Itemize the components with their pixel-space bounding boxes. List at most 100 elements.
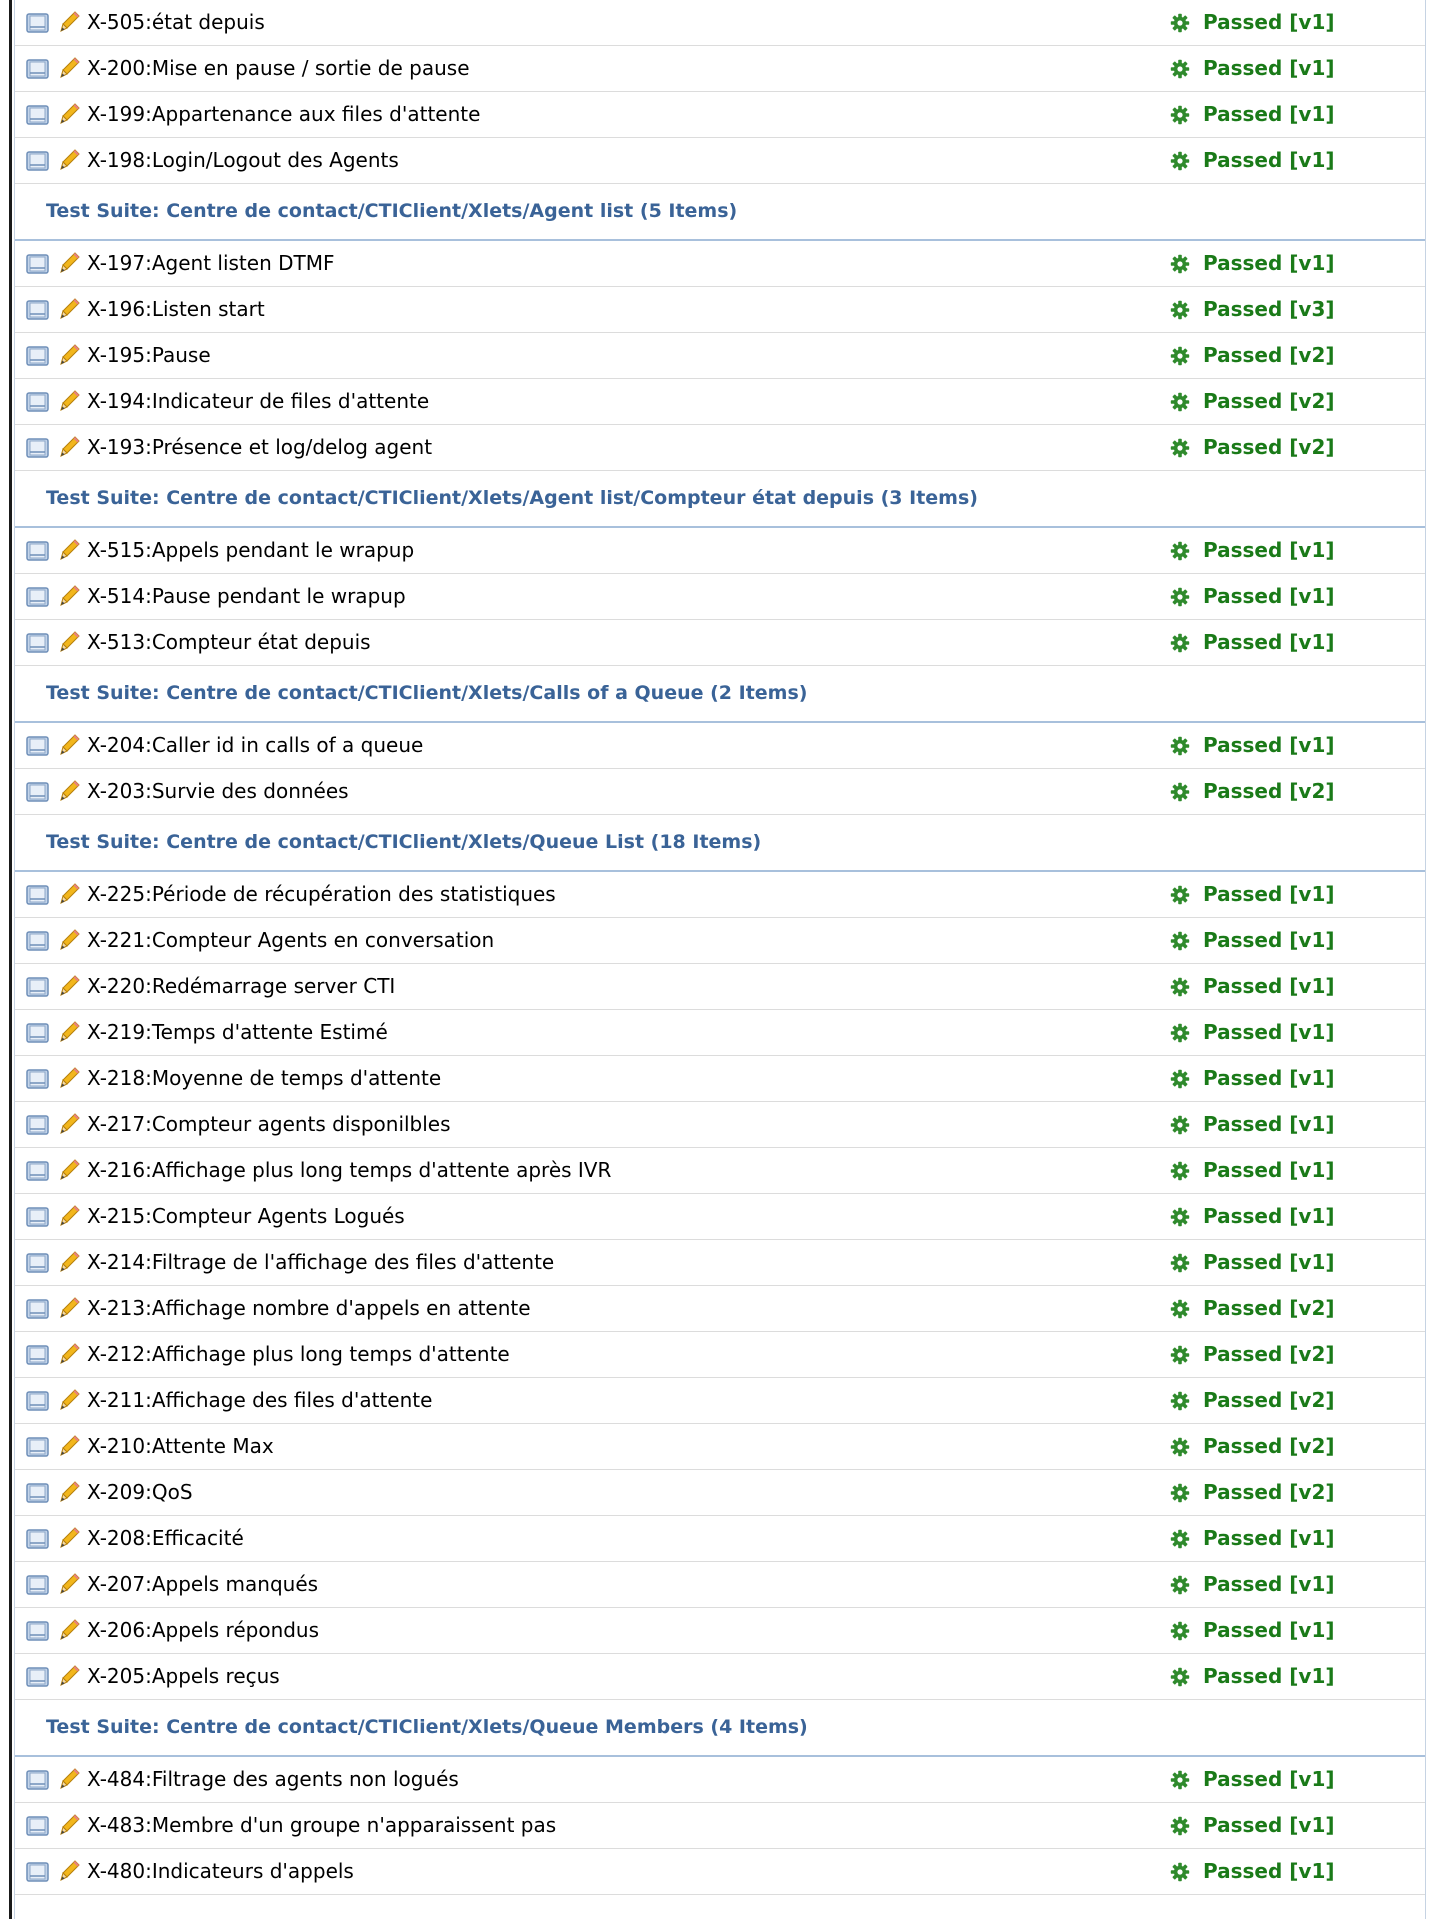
pencil-icon[interactable] (59, 882, 81, 910)
pencil-icon[interactable] (59, 343, 81, 371)
notebook-icon[interactable] (26, 884, 50, 910)
test-case-name[interactable]: X-208:Efficacité (87, 1516, 244, 1561)
test-case-name[interactable]: X-207:Appels manqués (87, 1562, 318, 1607)
test-case-name[interactable]: X-197:Agent listen DTMF (87, 241, 334, 286)
notebook-icon[interactable] (26, 976, 50, 1002)
pencil-icon[interactable] (59, 435, 81, 463)
test-suite-title[interactable]: Test Suite: Centre de contact/CTIClient/… (46, 1700, 808, 1755)
test-suite-title[interactable]: Test Suite: Centre de contact/CTIClient/… (46, 184, 737, 239)
notebook-icon[interactable] (26, 1390, 50, 1416)
test-case-name[interactable]: X-196:Listen start (87, 287, 265, 332)
test-case-name[interactable]: X-515:Appels pendant le wrapup (87, 528, 414, 573)
notebook-icon[interactable] (26, 1252, 50, 1278)
pencil-icon[interactable] (59, 1434, 81, 1462)
notebook-icon[interactable] (26, 391, 50, 417)
test-case-name[interactable]: X-193:Présence et log/delog agent (87, 425, 432, 470)
notebook-icon[interactable] (26, 1160, 50, 1186)
pencil-icon[interactable] (59, 1204, 81, 1232)
test-case-name[interactable]: X-212:Affichage plus long temps d'attent… (87, 1332, 510, 1377)
test-case-name[interactable]: X-216:Affichage plus long temps d'attent… (87, 1148, 611, 1193)
pencil-icon[interactable] (59, 148, 81, 176)
pencil-icon[interactable] (59, 1480, 81, 1508)
test-suite-title[interactable]: Test Suite: Centre de contact/CTIClient/… (46, 666, 807, 721)
pencil-icon[interactable] (59, 1572, 81, 1600)
notebook-icon[interactable] (26, 1436, 50, 1462)
notebook-icon[interactable] (26, 1666, 50, 1692)
pencil-icon[interactable] (59, 1342, 81, 1370)
test-case-name[interactable]: X-199:Appartenance aux files d'attente (87, 92, 480, 137)
test-case-name[interactable]: X-214:Filtrage de l'affichage des files … (87, 1240, 554, 1285)
notebook-icon[interactable] (26, 253, 50, 279)
pencil-icon[interactable] (59, 1388, 81, 1416)
test-case-name[interactable]: X-200:Mise en pause / sortie de pause (87, 46, 470, 91)
notebook-icon[interactable] (26, 540, 50, 566)
notebook-icon[interactable] (26, 735, 50, 761)
test-suite-title[interactable]: Test Suite: Centre de contact/CTIClient/… (46, 471, 978, 526)
pencil-icon[interactable] (59, 928, 81, 956)
test-case-name[interactable]: X-484:Filtrage des agents non logués (87, 1757, 459, 1802)
test-case-name[interactable]: X-217:Compteur agents disponilbles (87, 1102, 451, 1147)
test-case-name[interactable]: X-215:Compteur Agents Logués (87, 1194, 405, 1239)
test-case-name[interactable]: X-220:Redémarrage server CTI (87, 964, 395, 1009)
notebook-icon[interactable] (26, 1298, 50, 1324)
test-case-name[interactable]: X-505:état depuis (87, 0, 265, 45)
pencil-icon[interactable] (59, 1250, 81, 1278)
pencil-icon[interactable] (59, 1859, 81, 1887)
test-case-name[interactable]: X-225:Période de récupération des statis… (87, 872, 556, 917)
pencil-icon[interactable] (59, 1664, 81, 1692)
test-case-name[interactable]: X-221:Compteur Agents en conversation (87, 918, 494, 963)
pencil-icon[interactable] (59, 56, 81, 84)
test-case-name[interactable]: X-195:Pause (87, 333, 211, 378)
pencil-icon[interactable] (59, 779, 81, 807)
pencil-icon[interactable] (59, 1296, 81, 1324)
notebook-icon[interactable] (26, 1861, 50, 1887)
pencil-icon[interactable] (59, 733, 81, 761)
pencil-icon[interactable] (59, 1767, 81, 1795)
pencil-icon[interactable] (59, 584, 81, 612)
notebook-icon[interactable] (26, 1022, 50, 1048)
test-case-name[interactable]: X-514:Pause pendant le wrapup (87, 574, 406, 619)
notebook-icon[interactable] (26, 1574, 50, 1600)
notebook-icon[interactable] (26, 150, 50, 176)
test-suite-title[interactable]: Test Suite: Centre de contact/CTIClient/… (46, 815, 761, 870)
notebook-icon[interactable] (26, 1815, 50, 1841)
notebook-icon[interactable] (26, 1068, 50, 1094)
pencil-icon[interactable] (59, 1813, 81, 1841)
notebook-icon[interactable] (26, 1769, 50, 1795)
notebook-icon[interactable] (26, 299, 50, 325)
test-case-name[interactable]: X-483:Membre d'un groupe n'apparaissent … (87, 1803, 556, 1848)
notebook-icon[interactable] (26, 1206, 50, 1232)
test-case-name[interactable]: X-480:Indicateurs d'appels (87, 1849, 354, 1894)
test-case-name[interactable]: X-219:Temps d'attente Estimé (87, 1010, 388, 1055)
pencil-icon[interactable] (59, 1526, 81, 1554)
pencil-icon[interactable] (59, 974, 81, 1002)
test-case-name[interactable]: X-203:Survie des données (87, 769, 349, 814)
notebook-icon[interactable] (26, 1620, 50, 1646)
test-case-name[interactable]: X-209:QoS (87, 1470, 193, 1515)
pencil-icon[interactable] (59, 538, 81, 566)
pencil-icon[interactable] (59, 10, 81, 38)
test-case-name[interactable]: X-218:Moyenne de temps d'attente (87, 1056, 441, 1101)
pencil-icon[interactable] (59, 102, 81, 130)
pencil-icon[interactable] (59, 1112, 81, 1140)
test-case-name[interactable]: X-206:Appels répondus (87, 1608, 319, 1653)
test-case-name[interactable]: X-211:Affichage des files d'attente (87, 1378, 432, 1423)
notebook-icon[interactable] (26, 104, 50, 130)
pencil-icon[interactable] (59, 389, 81, 417)
pencil-icon[interactable] (59, 297, 81, 325)
pencil-icon[interactable] (59, 630, 81, 658)
notebook-icon[interactable] (26, 930, 50, 956)
notebook-icon[interactable] (26, 1344, 50, 1370)
pencil-icon[interactable] (59, 1618, 81, 1646)
pencil-icon[interactable] (59, 1066, 81, 1094)
test-case-name[interactable]: X-198:Login/Logout des Agents (87, 138, 399, 183)
pencil-icon[interactable] (59, 251, 81, 279)
test-case-name[interactable]: X-513:Compteur état depuis (87, 620, 371, 665)
pencil-icon[interactable] (59, 1158, 81, 1186)
notebook-icon[interactable] (26, 345, 50, 371)
test-case-name[interactable]: X-204:Caller id in calls of a queue (87, 723, 423, 768)
notebook-icon[interactable] (26, 1528, 50, 1554)
notebook-icon[interactable] (26, 586, 50, 612)
notebook-icon[interactable] (26, 781, 50, 807)
test-case-name[interactable]: X-210:Attente Max (87, 1424, 274, 1469)
